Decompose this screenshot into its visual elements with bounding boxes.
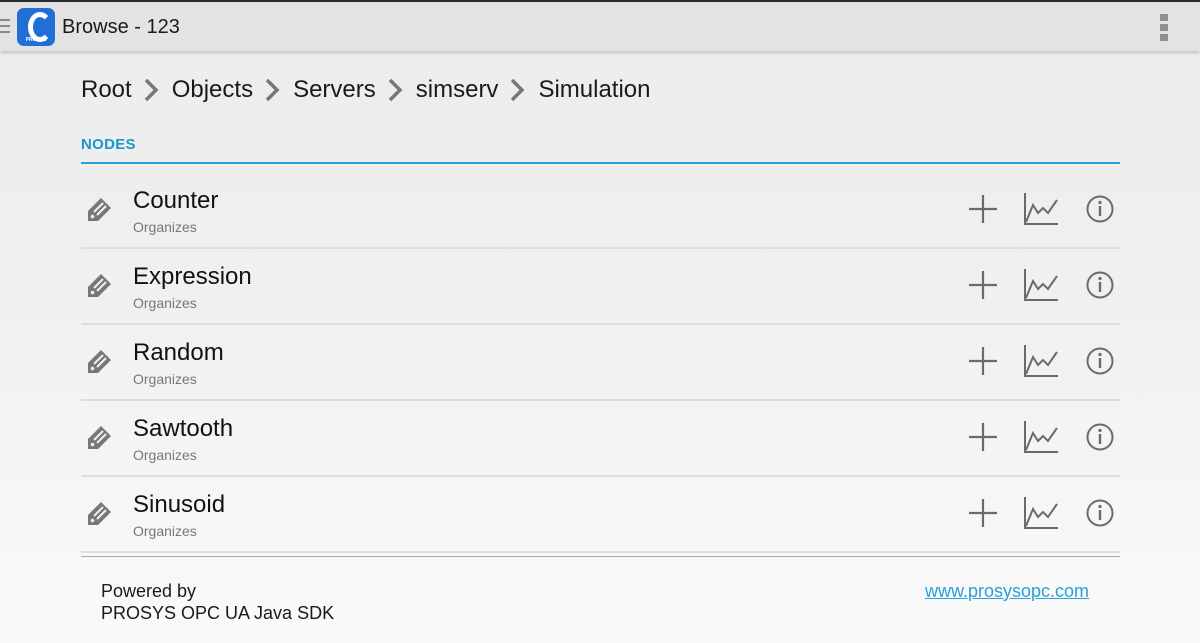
node-reference-type: Organizes [133, 371, 197, 387]
node-reference-type: Organizes [133, 447, 197, 463]
node-row-expression[interactable]: Expression Organizes [81, 249, 1120, 325]
node-reference-type: Organizes [133, 295, 197, 311]
node-name: Sinusoid [133, 491, 226, 518]
breadcrumb-simulation[interactable]: Simulation [538, 76, 650, 104]
node-row-sawtooth[interactable]: Sawtooth Organizes [81, 401, 1120, 477]
info-icon[interactable] [1082, 495, 1118, 531]
info-icon[interactable] [1082, 267, 1118, 303]
chart-icon[interactable] [1023, 343, 1059, 379]
chevron-right-icon [144, 78, 159, 102]
chevron-right-icon [388, 78, 403, 102]
chevron-right-icon [511, 78, 525, 102]
app-logo[interactable]: PROSYS [17, 8, 55, 46]
info-icon[interactable] [1082, 343, 1118, 379]
chart-icon[interactable] [1023, 267, 1059, 303]
node-name: Random [133, 339, 224, 366]
website-link[interactable]: www.prosysopc.com [925, 581, 1089, 602]
info-icon[interactable] [1082, 191, 1118, 227]
node-row-random[interactable]: Random Organizes [81, 325, 1120, 401]
add-icon[interactable] [965, 343, 1001, 379]
add-icon[interactable] [965, 267, 1001, 303]
chart-icon[interactable] [1023, 191, 1059, 227]
node-row-sinusoid[interactable]: Sinusoid Organizes [81, 477, 1120, 553]
add-icon[interactable] [965, 495, 1001, 531]
app-bar: PROSYS Browse - 123 [0, 0, 1200, 51]
chart-icon[interactable] [1023, 419, 1059, 455]
add-icon[interactable] [965, 419, 1001, 455]
tag-icon [88, 502, 111, 525]
app-title: Browse - 123 [62, 16, 180, 38]
chart-icon[interactable] [1023, 495, 1059, 531]
tag-icon [88, 426, 111, 449]
overflow-menu-icon[interactable] [1160, 14, 1170, 42]
node-name: Counter [133, 187, 219, 214]
chevron-right-icon [265, 78, 280, 102]
breadcrumb: Root Objects Servers simserv Simulation [81, 76, 651, 104]
breadcrumb-root[interactable]: Root [81, 76, 132, 104]
info-icon[interactable] [1082, 419, 1118, 455]
breadcrumb-objects[interactable]: Objects [172, 76, 253, 104]
breadcrumb-servers[interactable]: Servers [293, 76, 376, 104]
tag-icon [88, 274, 111, 297]
section-divider [81, 162, 1120, 164]
node-reference-type: Organizes [133, 523, 197, 539]
powered-by-label: Powered by [101, 581, 197, 601]
node-list: Counter Organizes Expression Organizes R… [81, 173, 1120, 553]
sdk-name: PROSYS OPC UA Java SDK [101, 603, 335, 623]
node-name: Sawtooth [133, 415, 234, 442]
section-header: NODES [81, 136, 136, 153]
tag-icon [88, 198, 111, 221]
add-icon[interactable] [965, 191, 1001, 227]
menu-icon[interactable] [0, 19, 12, 35]
logo-brand-text: PROSYS [25, 37, 47, 43]
breadcrumb-simserv[interactable]: simserv [416, 76, 499, 104]
node-row-counter[interactable]: Counter Organizes [81, 173, 1120, 249]
node-name: Expression [133, 263, 252, 290]
tag-icon [88, 350, 111, 373]
footer-divider [81, 556, 1120, 557]
node-reference-type: Organizes [133, 219, 197, 235]
